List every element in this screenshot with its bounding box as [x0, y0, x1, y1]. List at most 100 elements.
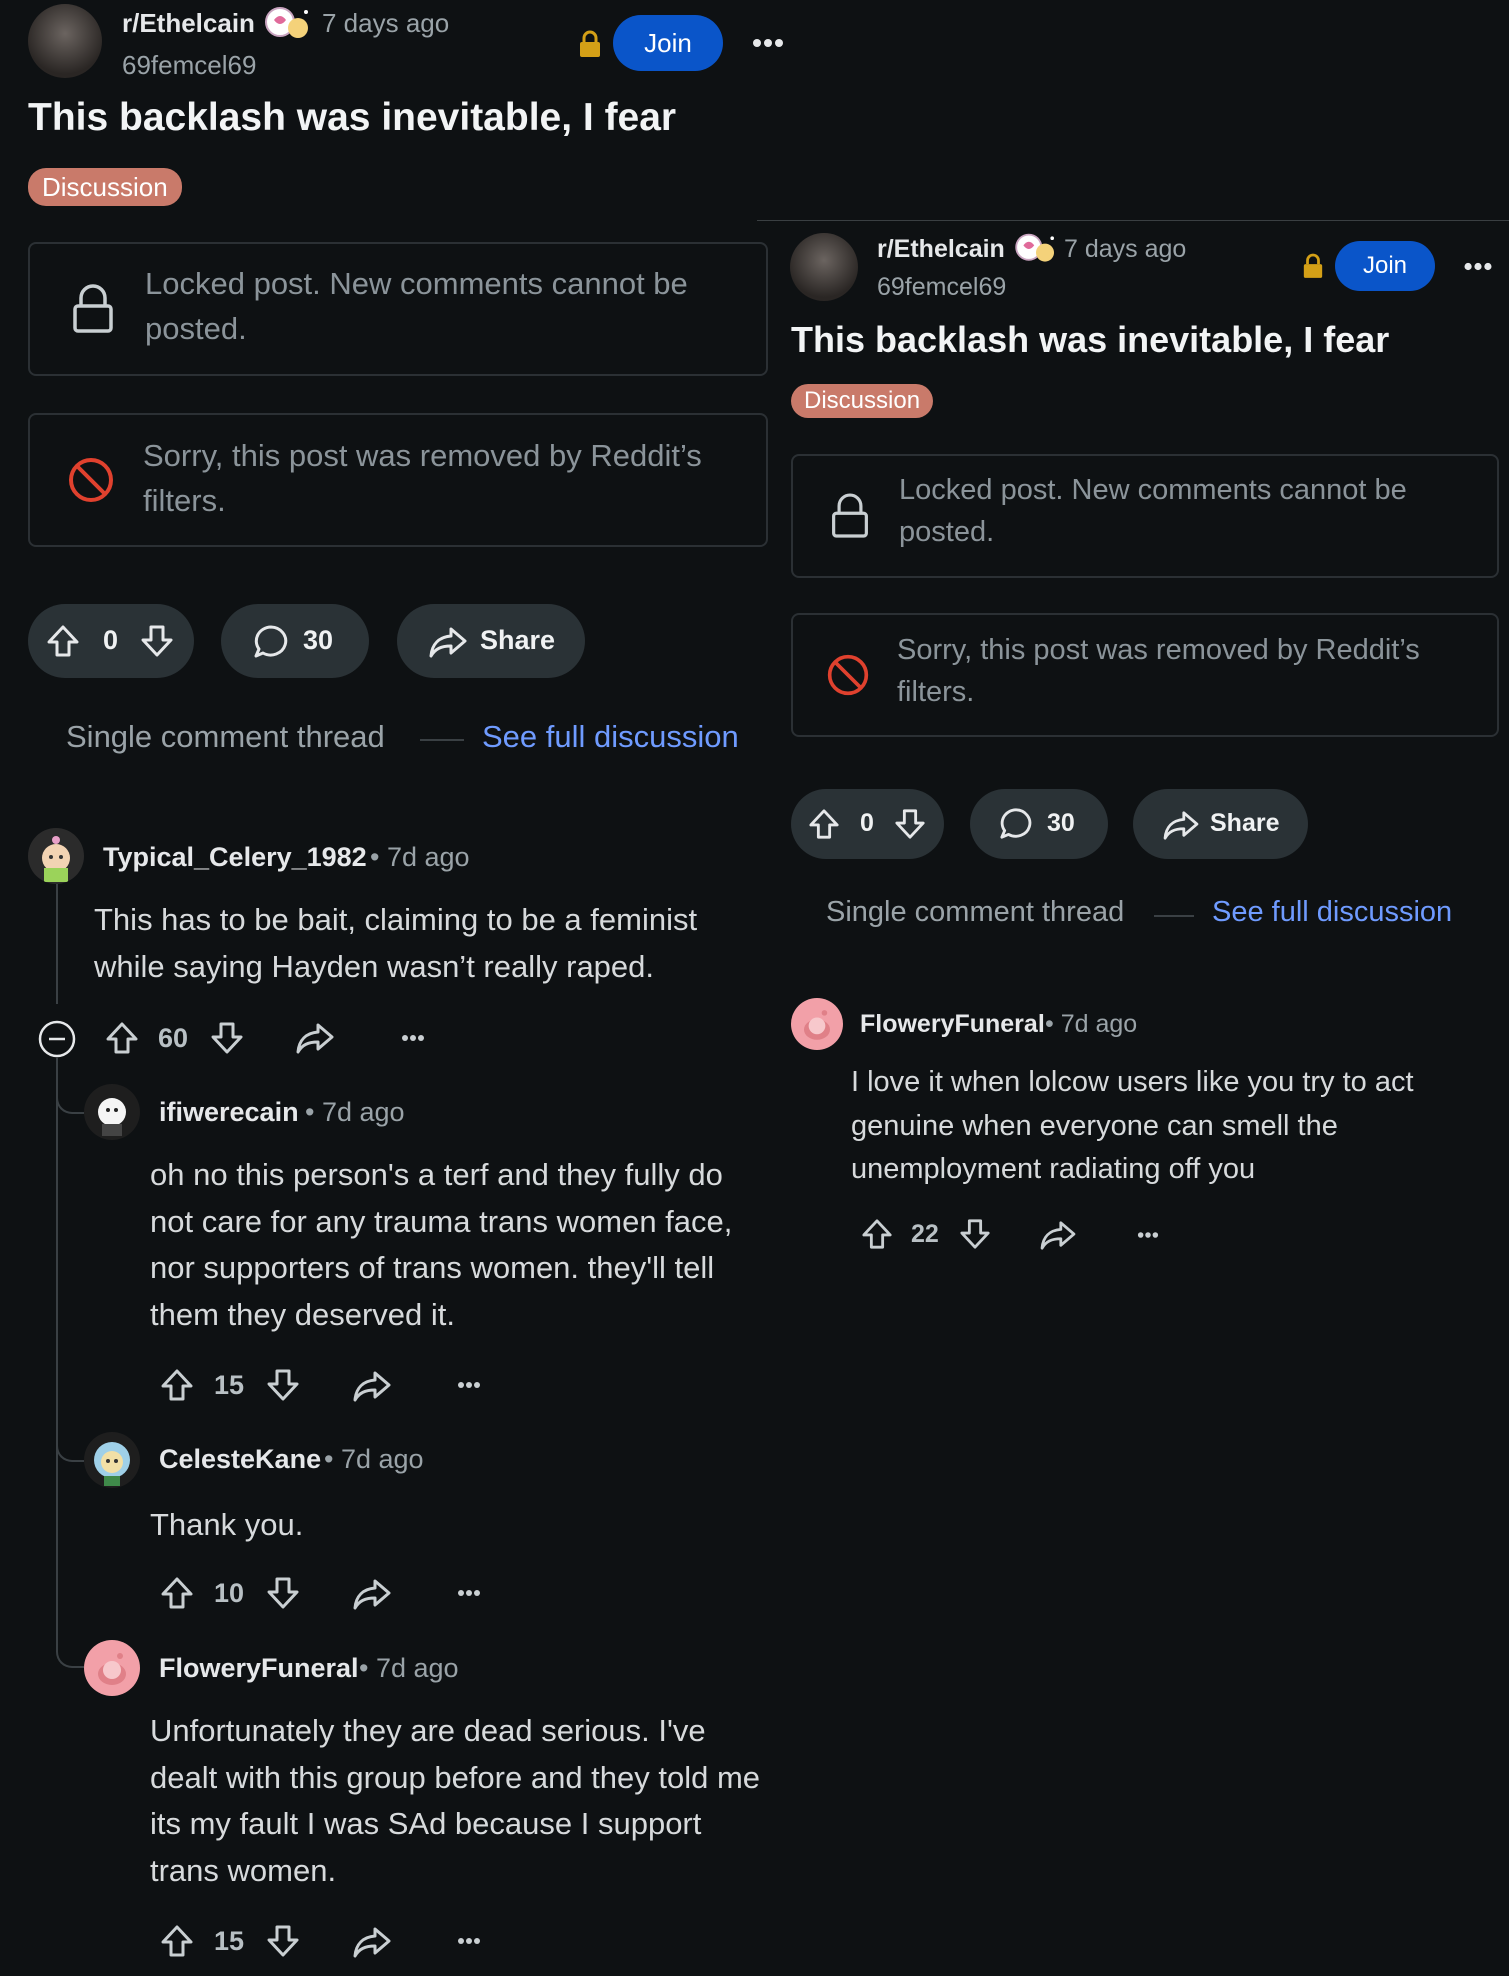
upvote-icon[interactable]: [861, 1218, 893, 1250]
upvote-icon[interactable]: [808, 808, 840, 840]
share-icon[interactable]: [296, 1022, 334, 1054]
post-flair[interactable]: Discussion: [28, 168, 182, 206]
downvote-icon[interactable]: [140, 624, 174, 658]
comments-button[interactable]: 30: [970, 789, 1108, 859]
comment-body: Thank you.: [150, 1507, 304, 1542]
comment-author[interactable]: CelesteKane: [159, 1444, 321, 1475]
downvote-icon[interactable]: [894, 808, 926, 840]
share-icon: [1163, 811, 1199, 840]
see-full-discussion-link[interactable]: See full discussion: [482, 719, 739, 755]
share-icon[interactable]: [353, 1926, 391, 1958]
subreddit-name[interactable]: r/Ethelcain: [877, 235, 1005, 264]
more-options-icon[interactable]: [401, 1034, 425, 1042]
comment-author[interactable]: ifiwerecain: [159, 1097, 299, 1128]
comment-icon: [254, 625, 288, 658]
post-time: 7 days ago: [322, 8, 450, 38]
share-button[interactable]: Share: [397, 604, 585, 678]
more-options-icon[interactable]: [1463, 262, 1493, 271]
share-label: Share: [1210, 809, 1280, 837]
commenter-avatar[interactable]: [84, 1084, 140, 1140]
subreddit-avatar[interactable]: [28, 4, 102, 78]
comments-button[interactable]: 30: [221, 604, 369, 678]
comment-count: 30: [303, 625, 334, 655]
vote-count: 0: [860, 809, 874, 837]
more-options-icon[interactable]: [457, 1937, 481, 1945]
locked-text: Locked post. New comments cannot be post…: [145, 266, 688, 346]
post-flair[interactable]: Discussion: [791, 384, 934, 418]
comment-author[interactable]: FloweryFuneral: [860, 1010, 1045, 1039]
share-icon[interactable]: [353, 1578, 391, 1610]
more-options-icon[interactable]: [457, 1381, 481, 1389]
removed-text: Sorry, this post was removed by Reddit’s…: [143, 438, 702, 518]
lock-icon: [1303, 253, 1323, 278]
more-options-icon[interactable]: [1137, 1231, 1159, 1239]
subreddit-avatar[interactable]: [790, 233, 858, 301]
comment-time: • 7d ago: [370, 842, 470, 872]
see-full-discussion-link[interactable]: See full discussion: [1212, 896, 1452, 929]
thread-branch: [56, 1400, 84, 1462]
locked-icon: [832, 493, 868, 538]
locked-icon: [73, 284, 113, 333]
join-button[interactable]: Join: [1335, 241, 1435, 291]
comment-icon: [1000, 808, 1032, 839]
commenter-avatar[interactable]: [791, 998, 843, 1050]
share-icon[interactable]: [1040, 1220, 1076, 1250]
vote-pill: 0: [28, 604, 194, 678]
removed-icon: [69, 458, 113, 502]
vote-count: 0: [103, 625, 119, 655]
more-options-icon[interactable]: [752, 38, 784, 48]
thread-divider: [420, 739, 464, 741]
thread-line: [56, 884, 58, 1004]
post-username[interactable]: 69femcel69: [877, 273, 1006, 302]
comment-body: oh no this person's a terf and they full…: [150, 1157, 733, 1332]
comment-vote-count: 60: [158, 1023, 189, 1053]
upvote-icon[interactable]: [105, 1021, 139, 1055]
thread-label: Single comment thread: [826, 896, 1125, 928]
commenter-avatar[interactable]: [84, 1432, 140, 1488]
upvote-icon[interactable]: [46, 624, 80, 658]
comment-body: I love it when lolcow users like you try…: [851, 1066, 1414, 1185]
more-options-icon[interactable]: [457, 1589, 481, 1597]
collapse-icon[interactable]: [38, 1020, 76, 1058]
downvote-icon[interactable]: [210, 1021, 244, 1055]
removed-text: Sorry, this post was removed by Reddit’s…: [897, 634, 1420, 709]
downvote-icon[interactable]: [266, 1924, 300, 1958]
thread-divider: [1154, 915, 1194, 917]
thread-line: [56, 1058, 58, 1646]
downvote-icon[interactable]: [266, 1368, 300, 1402]
join-button[interactable]: Join: [613, 15, 723, 71]
comment-time: • 7d ago: [305, 1097, 405, 1127]
removed-icon: [827, 654, 869, 696]
lock-icon: [580, 30, 600, 57]
share-button[interactable]: Share: [1133, 789, 1308, 859]
share-icon[interactable]: [353, 1370, 391, 1402]
downvote-icon[interactable]: [266, 1576, 300, 1610]
locked-text: Locked post. New comments cannot be post…: [899, 474, 1407, 549]
vote-pill: 0: [791, 789, 944, 859]
achievement-badge-icon: [1012, 231, 1060, 267]
commenter-avatar[interactable]: [28, 828, 84, 884]
thread-branch: [56, 1600, 84, 1668]
comment-vote-count: 15: [214, 1926, 245, 1956]
post-time: 7 days ago: [1064, 235, 1187, 263]
thread-label: Single comment thread: [66, 719, 385, 754]
upvote-icon[interactable]: [160, 1924, 194, 1958]
post-title[interactable]: This backlash was inevitable, I fear: [791, 319, 1389, 361]
comment-time: • 7d ago: [324, 1444, 424, 1474]
comment-author[interactable]: Typical_Celery_1982: [103, 842, 367, 873]
upvote-icon[interactable]: [160, 1576, 194, 1610]
right-screenshot: r/Ethelcain 7 days ago 69femcel69 Join T…: [757, 220, 1509, 1976]
achievement-badge-icon: [262, 4, 314, 44]
comment-time: • 7d ago: [1045, 1010, 1138, 1038]
downvote-icon[interactable]: [959, 1218, 991, 1250]
post-title[interactable]: This backlash was inevitable, I fear: [28, 96, 676, 140]
subreddit-name[interactable]: r/Ethelcain: [122, 8, 255, 39]
post-username[interactable]: 69femcel69: [122, 50, 256, 81]
left-screenshot: r/Ethelcain 7 days ago 69femcel69 Join T…: [0, 0, 783, 1975]
comment-author[interactable]: FloweryFuneral: [159, 1653, 359, 1684]
comment-count: 30: [1047, 809, 1075, 837]
comment-vote-count: 15: [214, 1370, 245, 1400]
upvote-icon[interactable]: [160, 1368, 194, 1402]
comment-body: This has to be bait, claiming to be a fe…: [94, 902, 698, 984]
commenter-avatar[interactable]: [84, 1640, 140, 1696]
